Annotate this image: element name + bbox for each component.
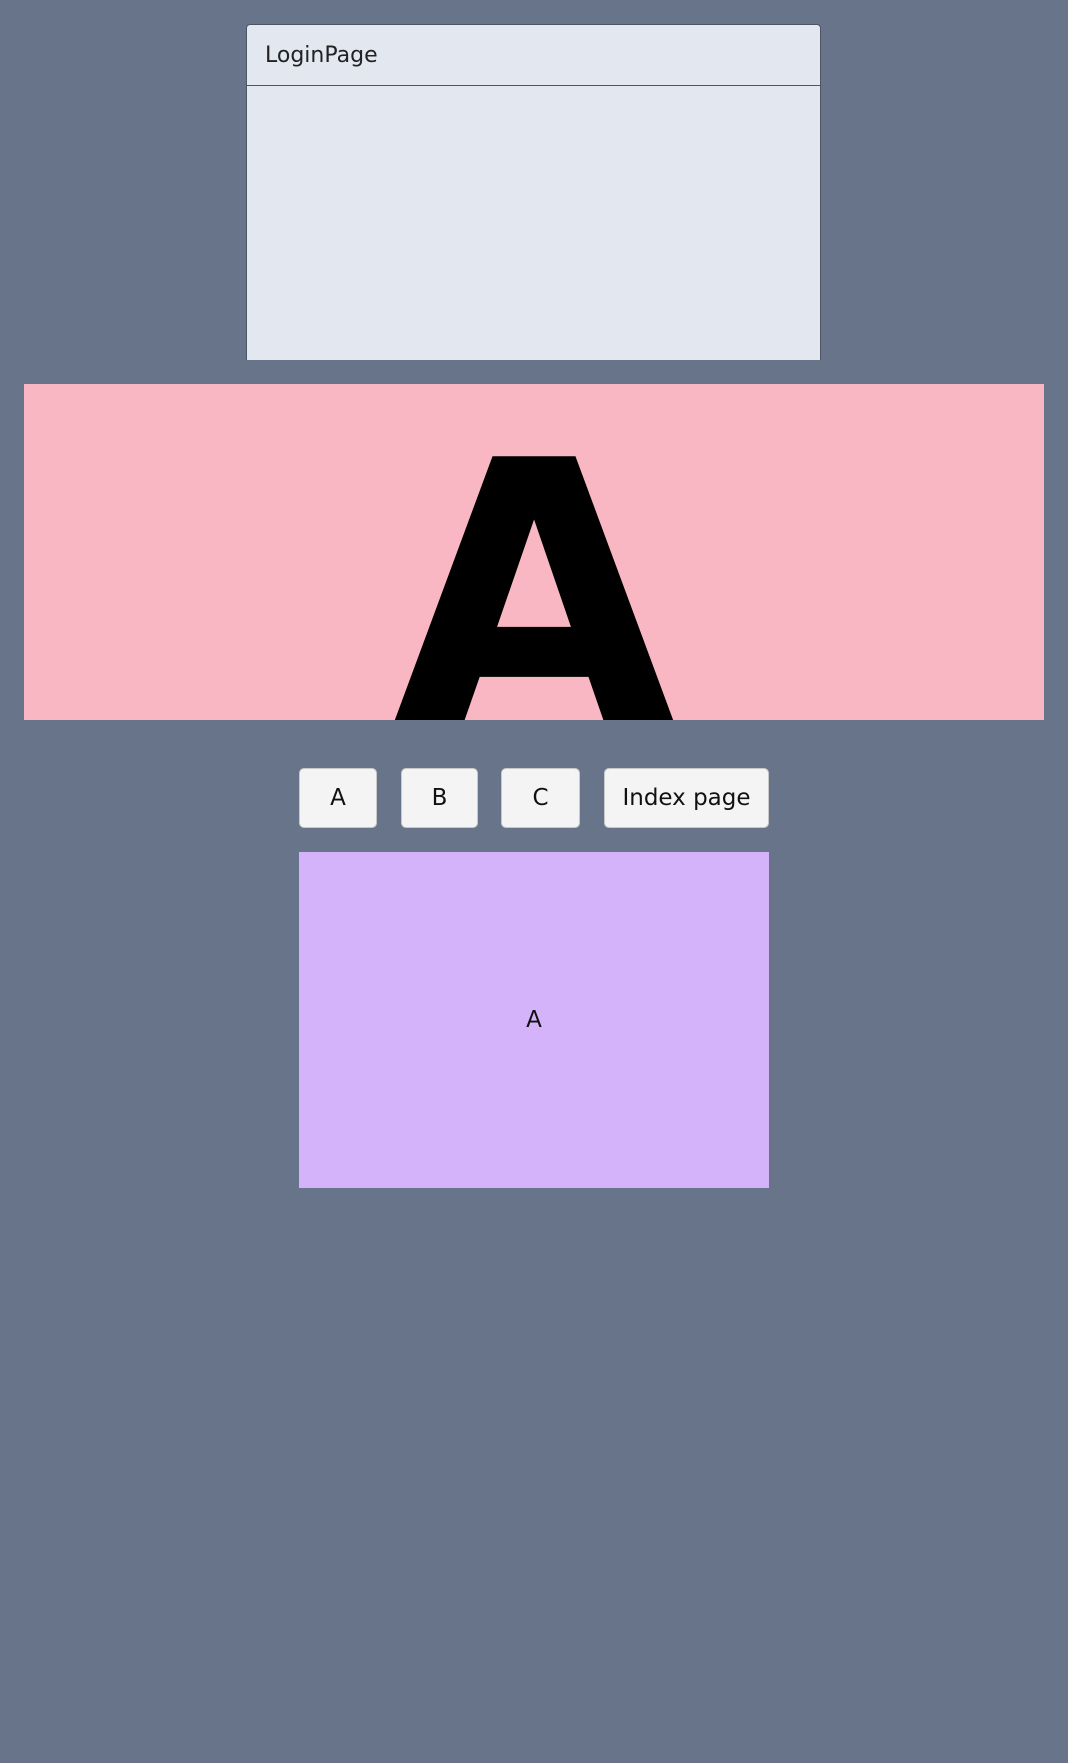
content-panel: A [299, 852, 769, 1188]
a-button[interactable]: A [299, 768, 377, 828]
letter-banner: A [24, 384, 1044, 720]
content-text: A [526, 1007, 542, 1033]
index-page-button[interactable]: Index page [604, 768, 769, 828]
c-button[interactable]: C [501, 768, 580, 828]
banner-letter: A [390, 384, 678, 720]
b-button[interactable]: B [401, 768, 478, 828]
login-panel-title: LoginPage [247, 25, 820, 86]
login-panel: LoginPage [246, 24, 821, 360]
